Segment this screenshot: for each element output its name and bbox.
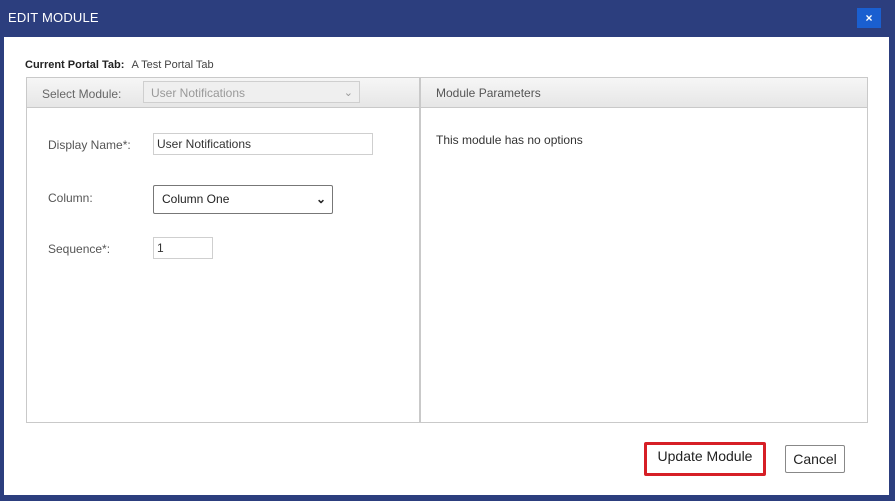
dialog-title: EDIT MODULE xyxy=(8,10,99,25)
module-parameters-header: Module Parameters xyxy=(421,78,867,108)
chevron-down-icon: ⌄ xyxy=(315,192,326,206)
no-options-message: This module has no options xyxy=(436,133,583,147)
close-icon: × xyxy=(865,11,873,25)
column-select[interactable]: Column One ⌄ xyxy=(153,185,333,214)
portal-tab-value: A Test Portal Tab xyxy=(131,59,214,71)
module-settings-panel: Select Module: User Notifications ⌄ Disp… xyxy=(26,77,420,423)
sequence-value: 1 xyxy=(157,241,164,255)
display-name-label: Display Name*: xyxy=(48,138,131,152)
display-name-field[interactable]: User Notifications xyxy=(153,133,373,155)
module-parameters-title: Module Parameters xyxy=(436,86,541,100)
sequence-label: Sequence*: xyxy=(48,242,111,256)
column-label: Column: xyxy=(48,191,93,205)
sequence-field[interactable]: 1 xyxy=(153,237,213,259)
module-parameters-panel: Module Parameters This module has no opt… xyxy=(420,77,868,423)
update-module-button[interactable]: Update Module xyxy=(644,442,766,476)
current-portal-tab: Current Portal Tab: A Test Portal Tab xyxy=(25,59,214,71)
select-module-label: Select Module: xyxy=(42,87,122,101)
column-value: Column One xyxy=(162,192,230,206)
portal-tab-label: Current Portal Tab: xyxy=(25,59,125,71)
select-module-value: User Notifications xyxy=(151,86,246,100)
cancel-button[interactable]: Cancel xyxy=(785,445,845,473)
chevron-down-icon: ⌄ xyxy=(343,87,353,99)
select-module-header: Select Module: User Notifications ⌄ xyxy=(27,78,419,108)
dialog-body: Current Portal Tab: A Test Portal Tab Se… xyxy=(4,37,889,495)
close-button[interactable]: × xyxy=(857,8,881,28)
select-module-dropdown[interactable]: User Notifications ⌄ xyxy=(143,81,360,103)
dialog-title-bar: EDIT MODULE × xyxy=(0,0,895,37)
display-name-value: User Notifications xyxy=(157,137,252,151)
